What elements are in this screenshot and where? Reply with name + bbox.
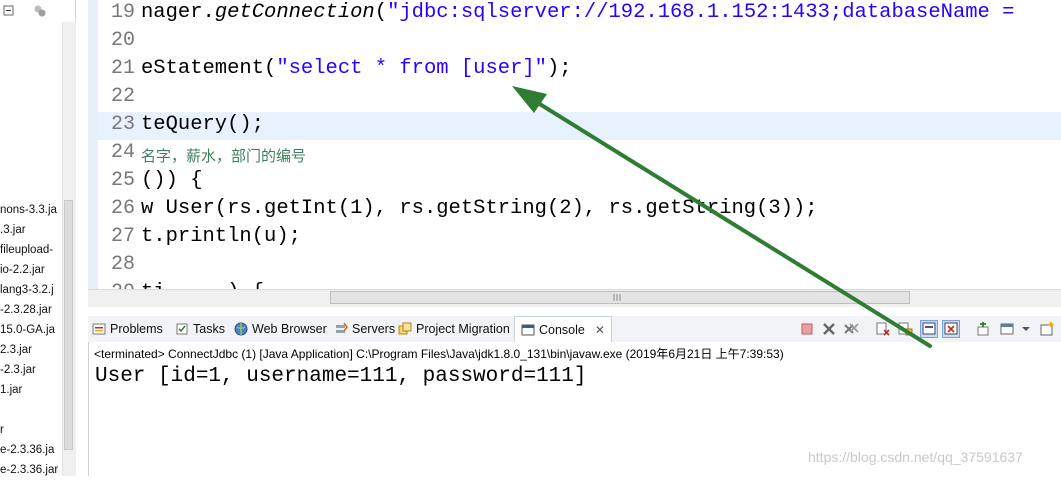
code-token: t.println(u);	[141, 225, 301, 248]
globe-icon	[234, 322, 248, 336]
tab-label: Web Browser	[252, 322, 327, 336]
line-number: 28	[110, 253, 135, 276]
code-line[interactable]: 26 w User(rs.getInt(1), rs.getString(2), …	[89, 196, 1061, 224]
list-item[interactable]: e-2.3.36.jar	[0, 460, 62, 480]
tab-problems[interactable]: Problems	[92, 316, 163, 342]
scroll-grip-icon	[613, 294, 621, 301]
list-item[interactable]: 1.jar	[0, 380, 62, 400]
tab-servers[interactable]: Servers	[334, 316, 395, 342]
line-number: 20	[110, 29, 135, 52]
code-line[interactable]: 27 t.println(u);	[89, 224, 1061, 252]
code-text[interactable]: t.println(u);	[141, 225, 301, 248]
tasks-icon	[176, 323, 188, 335]
remove-launch-icon[interactable]	[821, 321, 837, 337]
problems-icon	[92, 323, 106, 335]
code-text[interactable]: nager.getConnection("jdbc:sqlserver://19…	[141, 1, 1014, 24]
code-token: nager.	[141, 1, 215, 24]
chevron-down-icon[interactable]	[1018, 321, 1034, 337]
list-item[interactable]: lang3-3.2.j	[0, 280, 62, 300]
collapse-all-icon[interactable]	[3, 4, 17, 18]
package-explorer-scroll-thumb[interactable]	[64, 200, 73, 450]
code-text[interactable]: teQuery();	[141, 113, 264, 136]
tab-tasks[interactable]: Tasks	[175, 316, 225, 342]
code-text[interactable]: w User(rs.getInt(1), rs.getString(2), rs…	[141, 197, 818, 220]
list-item[interactable]: .3.jar	[0, 220, 62, 240]
code-line[interactable]: 19 nager.getConnection("jdbc:sqlserver://…	[89, 0, 1061, 28]
code-token: );	[546, 57, 572, 80]
list-item[interactable]: io-2.2.jar	[0, 260, 62, 280]
code-token: teQuery();	[141, 113, 265, 136]
code-line[interactable]: 22	[89, 84, 1061, 112]
code-editor[interactable]: 19 nager.getConnection("jdbc:sqlserver://…	[88, 0, 1061, 290]
code-text[interactable]: ()) {	[141, 169, 203, 192]
list-item[interactable]: 15.0-GA.ja	[0, 320, 62, 340]
code-token: ()) {	[141, 169, 203, 192]
code-line[interactable]: 24 名字，薪水，部门的编号	[89, 140, 1061, 168]
list-item[interactable]: fileupload-	[0, 240, 62, 260]
code-line[interactable]: 28	[89, 252, 1061, 280]
close-icon[interactable]: ✕	[595, 323, 605, 337]
line-number: 22	[110, 85, 135, 108]
tab-console[interactable]: Console ✕	[514, 316, 612, 343]
code-token: "jdbc:sqlserver://192.168.1.152:1433;dat…	[387, 1, 1015, 24]
tab-label: Problems	[110, 322, 163, 336]
line-number: 21	[110, 57, 135, 80]
code-text[interactable]: eStatement("select * from [user]");	[141, 57, 572, 80]
views-tab-bar: Problems Tasks Web Browser Servers Proje…	[88, 316, 1061, 343]
line-number: 25	[110, 169, 135, 192]
show-on-stdout-icon[interactable]	[920, 320, 938, 338]
list-item[interactable]: nons-3.3.ja	[0, 200, 62, 220]
remove-all-terminated-icon[interactable]	[843, 321, 859, 337]
migration-icon	[398, 322, 412, 335]
package-explorer-toolbar	[0, 0, 75, 22]
clear-console-icon[interactable]	[875, 321, 891, 337]
line-number: 26	[110, 197, 135, 220]
servers-icon	[336, 322, 348, 333]
list-item[interactable]: -2.3.28.jar	[0, 300, 62, 320]
show-on-stderr-icon[interactable]	[942, 320, 960, 338]
code-line[interactable]: 21 eStatement("select * from [user]");	[89, 56, 1061, 84]
tab-label: Project Migration	[416, 322, 510, 336]
list-item[interactable]: r	[0, 420, 62, 440]
tab-label: Servers	[352, 322, 396, 336]
code-token: 名字，薪水，部门的编号	[141, 147, 307, 165]
line-number: 23	[110, 113, 135, 136]
code-line[interactable]: 23 teQuery();	[89, 112, 1061, 140]
editor-gutter	[88, 0, 98, 290]
terminate-icon[interactable]	[799, 321, 815, 337]
code-line[interactable]: 25 ()) {	[89, 168, 1061, 196]
scroll-lock-icon[interactable]	[897, 321, 913, 337]
console-icon	[521, 324, 535, 336]
tab-project-migration[interactable]: Project Migration	[398, 316, 510, 342]
line-number: 24	[110, 141, 135, 164]
pin-console-icon[interactable]	[975, 321, 991, 337]
tab-label: Console	[539, 323, 585, 337]
line-number: 27	[110, 225, 135, 248]
code-token: "select * from [user]"	[276, 57, 547, 80]
code-line[interactable]: 20	[89, 28, 1061, 56]
tab-label: Tasks	[193, 322, 225, 336]
list-item[interactable]: -2.3.jar	[0, 360, 62, 380]
list-item[interactable]: e-2.3.36.ja	[0, 440, 62, 460]
list-item[interactable]: 2.3.jar	[0, 340, 62, 360]
library-list: nons-3.3.ja .3.jar fileupload- io-2.2.ja…	[0, 180, 62, 480]
code-token: w User(rs.getInt(1), rs.getString(2), rs…	[141, 197, 818, 220]
line-number: 19	[110, 1, 135, 24]
code-token: getConnection	[214, 1, 375, 24]
tab-web-browser[interactable]: Web Browser	[234, 316, 327, 342]
code-token: (	[374, 1, 388, 24]
code-text[interactable]: 名字，薪水，部门的编号	[141, 145, 306, 166]
link-editor-icon[interactable]	[33, 4, 47, 18]
console-output[interactable]: User [id=1, username=111, password=111]	[95, 365, 586, 388]
list-item[interactable]	[0, 400, 62, 420]
list-item[interactable]	[0, 180, 62, 200]
display-selected-console-icon[interactable]	[999, 321, 1015, 337]
open-console-icon[interactable]	[1039, 321, 1055, 337]
code-token: eStatement(	[141, 57, 277, 80]
watermark: https://blog.csdn.net/qq_37591637	[808, 449, 1023, 465]
console-status-line: <terminated> ConnectJdbc (1) [Java Appli…	[94, 347, 784, 361]
